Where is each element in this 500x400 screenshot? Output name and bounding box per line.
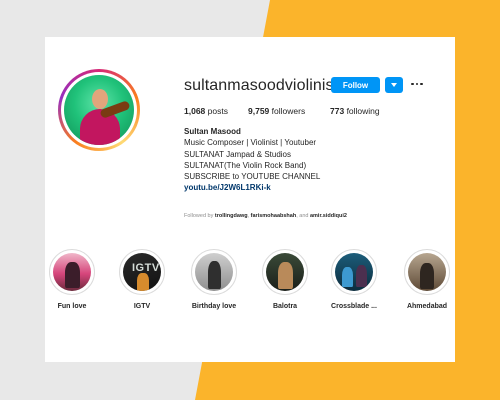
followed-by[interactable]: Followed by trollingdawg, farismohaabsha…: [184, 213, 347, 219]
suggested-accounts-button[interactable]: [385, 77, 403, 93]
following-count[interactable]: 773 following: [330, 106, 380, 116]
followers-count[interactable]: 9,759 followers: [248, 106, 305, 116]
profile-username: sultanmasoodviolinist: [184, 77, 339, 94]
profile-bio: Sultan Masood Music Composer | Violinist…: [184, 126, 320, 194]
more-options-icon[interactable]: [409, 76, 425, 92]
bio-line: SULTANAT Jampad & Studios: [184, 149, 292, 159]
highlight-cover: [266, 253, 304, 291]
highlight-igtv[interactable]: IGTV IGTV: [109, 249, 175, 310]
bio-line: Music Composer | Violinist | Youtuber: [184, 138, 317, 148]
highlight-cover: [53, 253, 91, 291]
igtv-overlay: IGTV: [132, 262, 160, 274]
chevron-down-icon: [391, 83, 397, 87]
highlight-crossblade[interactable]: Crossblade ...: [321, 249, 387, 310]
posts-count: 1,068 posts: [184, 106, 228, 116]
story-highlights: Fun love IGTV IGTV Birthday love Balotra…: [45, 249, 455, 319]
avatar-photo: [64, 75, 134, 145]
bio-line: SULTANAT(The Violin Rock Band): [184, 160, 307, 170]
highlight-cover: [195, 253, 233, 291]
highlight-cover: IGTV: [123, 253, 161, 291]
profile-avatar[interactable]: [58, 69, 140, 151]
highlight-cover: [335, 253, 373, 291]
highlight-label: Crossblade ...: [331, 303, 377, 310]
follow-button[interactable]: Follow: [331, 77, 380, 93]
bio-line: SUBSCRIBE to YOUTUBE CHANNEL: [184, 172, 321, 182]
highlight-balotra[interactable]: Balotra: [252, 249, 318, 310]
highlight-label: Ahmedabad: [406, 303, 448, 310]
profile-card: sultanmasoodviolinist Follow 1,068 posts…: [45, 37, 455, 362]
highlight-cover: [408, 253, 446, 291]
highlight-label: IGTV: [133, 303, 151, 310]
highlight-ahmedabad[interactable]: Ahmedabad: [394, 249, 460, 310]
highlight-label: Balotra: [272, 303, 298, 310]
highlight-fun-love[interactable]: Fun love: [39, 249, 105, 310]
bio-link[interactable]: youtu.be/J2W6L1RKi-k: [184, 182, 320, 193]
highlight-label: Birthday love: [191, 303, 237, 310]
profile-full-name: Sultan Masood: [184, 127, 241, 136]
highlight-label: Fun love: [57, 303, 87, 310]
highlight-birthday-love[interactable]: Birthday love: [181, 249, 247, 310]
